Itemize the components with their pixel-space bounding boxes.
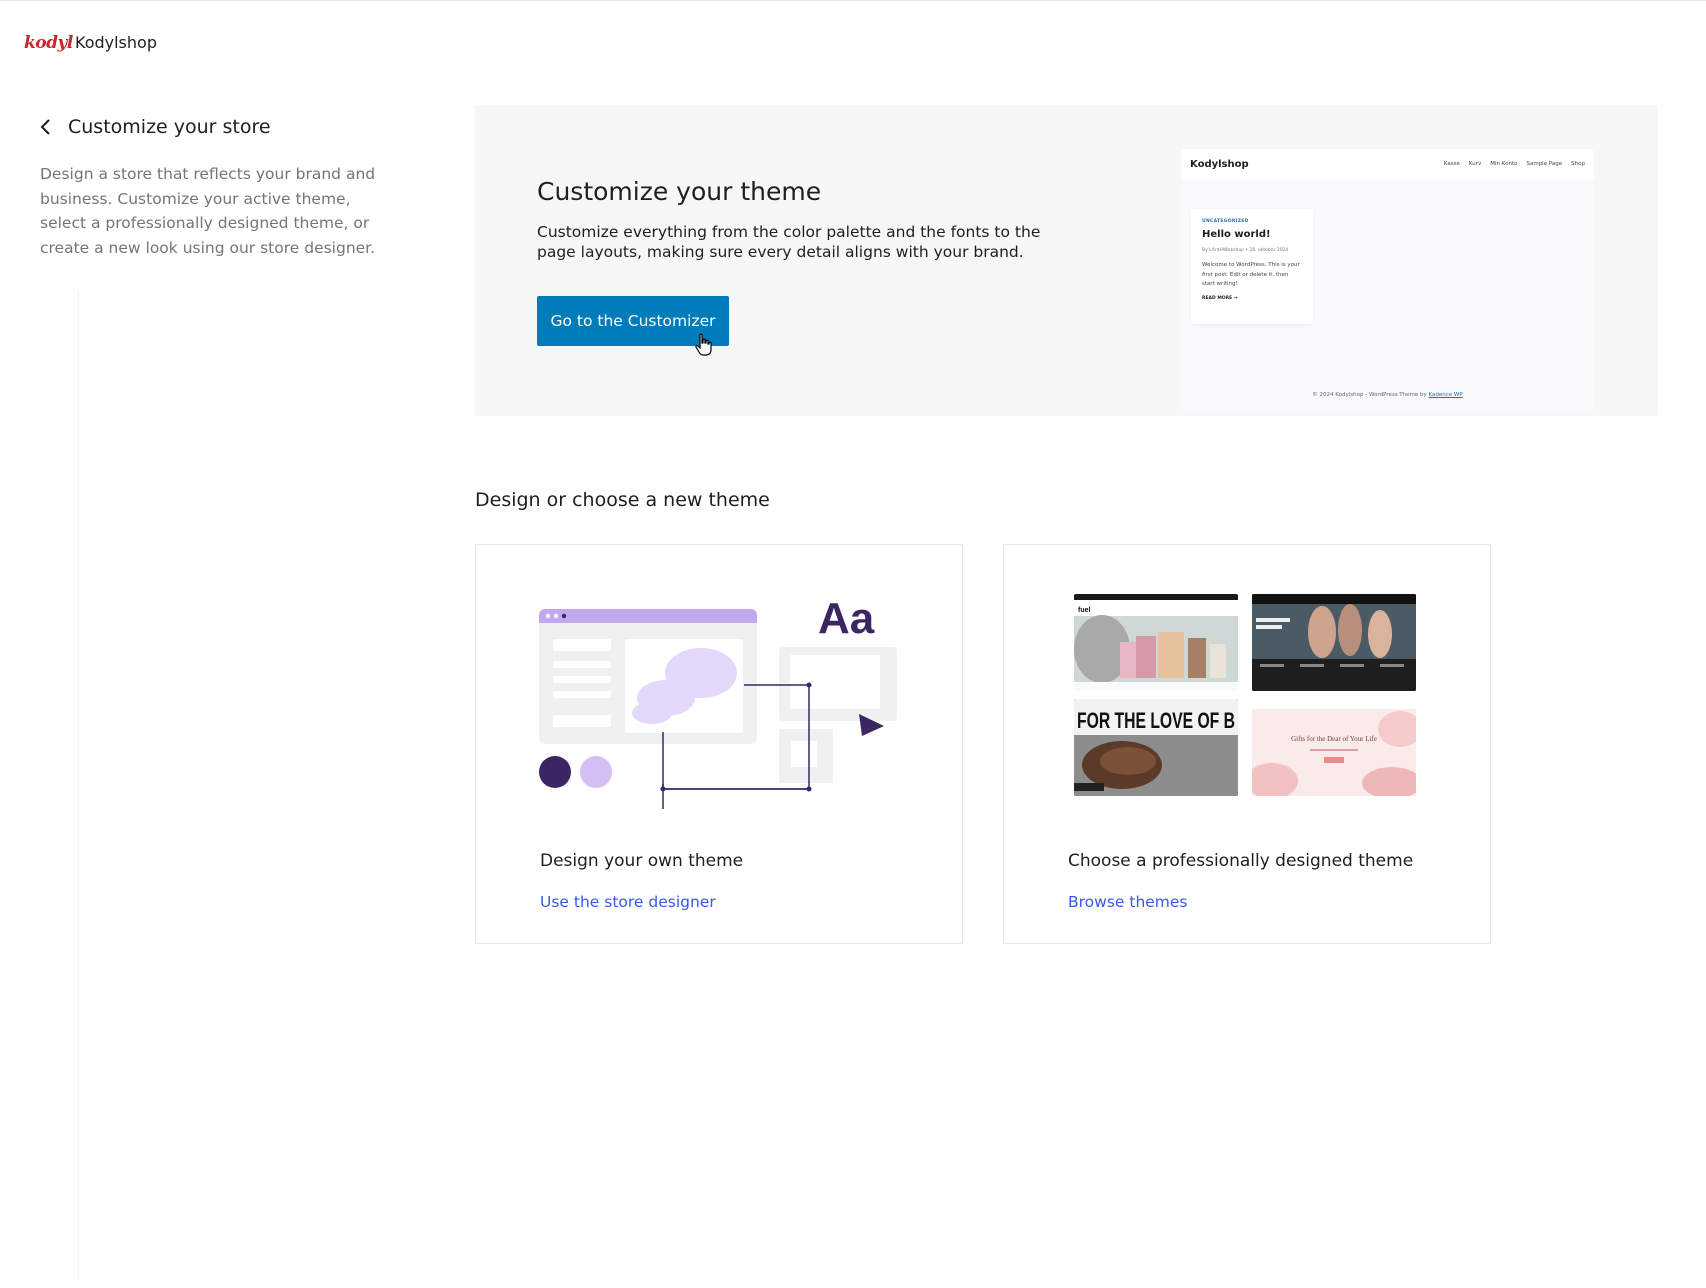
fuel-theme-image: fuel — [1074, 594, 1238, 691]
theme-preview[interactable]: Kodylshop Kasse Kurv Min Konto Sample Pa… — [1181, 149, 1594, 412]
aa-glyph: Aa — [818, 594, 875, 643]
preview-header: Kodylshop Kasse Kurv Min Konto Sample Pa… — [1181, 149, 1594, 179]
site-name[interactable]: Kodylshop — [75, 33, 157, 52]
page-title: Customize your store — [68, 116, 271, 138]
browse-themes-link[interactable]: Browse themes — [1068, 893, 1188, 911]
store-designer-illustration: Aa — [539, 594, 897, 809]
theme-thumbnail[interactable]: fuel — [1074, 594, 1238, 691]
sidebar-divider — [78, 290, 79, 1280]
customize-theme-panel: Customize your theme Customize everythin… — [475, 105, 1658, 416]
sidebar: Customize your store Design a store that… — [40, 112, 390, 260]
professional-theme-title: Choose a professionally designed theme — [1068, 851, 1414, 871]
section-title: Design or choose a new theme — [475, 489, 770, 511]
theme-thumbnail[interactable]: Gifts for the Dear of Your Life — [1252, 699, 1416, 796]
design-own-theme-title: Design your own theme — [540, 851, 744, 871]
chevron-left-icon — [40, 119, 50, 135]
preview-footer-link: Kadence WP — [1428, 392, 1463, 398]
professional-theme-card[interactable]: fuel FOR THE LOVE OF B Gifts for the Dea… — [1003, 544, 1491, 944]
preview-brand: Kodylshop — [1190, 158, 1249, 170]
page-description: Design a store that reflects your brand … — [40, 165, 376, 257]
preview-post-title: Hello world! — [1202, 229, 1271, 240]
top-bar: kodyl Kodylshop — [0, 0, 1706, 84]
preview-nav-item: Shop — [1571, 161, 1585, 167]
preview-nav-item: Min Konto — [1490, 161, 1518, 167]
fashion-theme-image — [1252, 594, 1416, 691]
theme-thumbnail[interactable]: FOR THE LOVE OF B — [1074, 699, 1238, 796]
design-own-theme-card[interactable]: Aa Design your own theme Use the store d… — [475, 544, 963, 944]
sidebar-header: Customize your store — [40, 112, 390, 142]
gifts-theme-image: Gifts for the Dear of Your Life — [1252, 699, 1416, 796]
preview-footer-text: © 2024 Kodylshop - WordPress Theme by — [1312, 392, 1429, 398]
theme-thumbnail[interactable] — [1252, 594, 1416, 691]
preview-post-category: UNCATEGORIZED — [1202, 219, 1249, 224]
bakery-headline: FOR THE LOVE OF B — [1077, 708, 1235, 733]
preview-read-more: READ MORE → — [1202, 295, 1238, 301]
use-store-designer-link[interactable]: Use the store designer — [540, 893, 716, 911]
back-button[interactable] — [40, 116, 62, 138]
bakery-theme-image: FOR THE LOVE OF B — [1074, 699, 1238, 796]
preview-nav-item: Kasse — [1443, 161, 1460, 167]
hero-title: Customize your theme — [537, 177, 822, 206]
hero-description: Customize everything from the color pale… — [537, 223, 1041, 261]
preview-post-body: Welcome to WordPress. This is your first… — [1202, 262, 1300, 287]
hand-pointer-icon — [695, 333, 712, 356]
preview-footer: © 2024 Kodylshop - WordPress Theme by Ka… — [1181, 392, 1594, 398]
preview-nav: Kasse Kurv Min Konto Sample Page Shop — [1444, 161, 1585, 167]
preview-nav-item: Sample Page — [1526, 161, 1563, 167]
theme-thumbnails: fuel FOR THE LOVE OF B Gifts for the Dea… — [1074, 594, 1417, 796]
gifts-headline: Gifts for the Dear of Your Life — [1291, 735, 1377, 743]
brand-logo[interactable]: kodyl — [24, 33, 73, 53]
fuel-brand-text: fuel — [1078, 607, 1091, 614]
preview-nav-item: Kurv — [1468, 161, 1482, 167]
preview-post-card: UNCATEGORIZED Hello world! By LAr$HWb$sh… — [1191, 209, 1313, 324]
preview-post-meta: By LAr$HWb$shop • 26. oktober 2024 — [1202, 248, 1289, 253]
